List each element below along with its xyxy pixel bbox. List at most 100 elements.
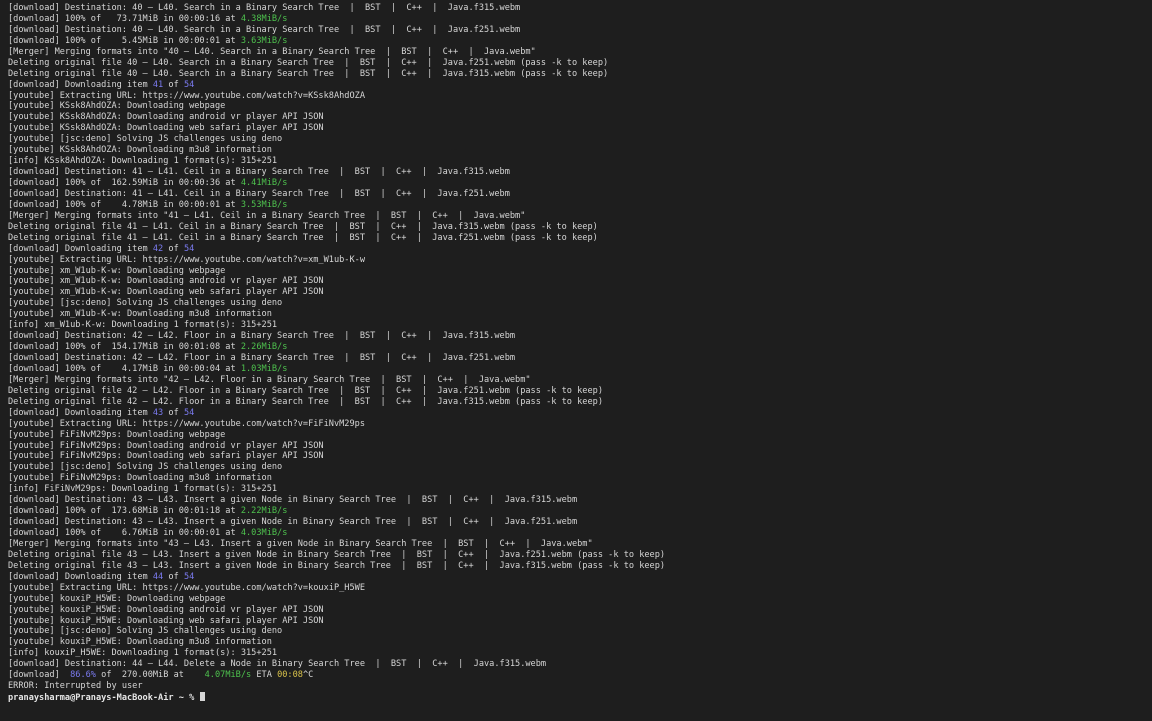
line-text: Deleting original file 42 – L42. Floor i… — [8, 385, 603, 396]
terminal-line: [info] KSsk8AhdOZA: Downloading 1 format… — [8, 156, 1144, 167]
terminal-line: [youtube] xm_W1ub-K-w: Downloading webpa… — [8, 266, 1144, 277]
line-text: Deleting original file 41 – L41. Ceil in… — [8, 221, 598, 232]
terminal-line: [download] Downloading item 42 of 54 — [8, 244, 1144, 255]
terminal-line: [download] 100% of 173.68MiB in 00:01:18… — [8, 506, 1144, 517]
terminal-line: [youtube] Extracting URL: https://www.yo… — [8, 91, 1144, 102]
terminal-line: [download] Destination: 43 – L43. Insert… — [8, 517, 1144, 528]
line-text: [download] 100% of 4.17MiB in 00:00:04 a… — [8, 363, 241, 374]
terminal-line: [download] 100% of 162.59MiB in 00:00:36… — [8, 178, 1144, 189]
line-text: [download] 100% of 73.71MiB in 00:00:16 … — [8, 13, 241, 24]
terminal-line: [download] Destination: 41 – L41. Ceil i… — [8, 189, 1144, 200]
line-text: [youtube] xm_W1ub-K-w: Downloading m3u8 … — [8, 309, 272, 320]
line-text: [youtube] Extracting URL: https://www.yo… — [8, 418, 365, 429]
terminal-line: [download] Destination: 43 – L43. Insert… — [8, 495, 1144, 506]
terminal-line: [youtube] xm_W1ub-K-w: Downloading andro… — [8, 276, 1144, 287]
terminal-line: [youtube] [jsc:deno] Solving JS challeng… — [8, 134, 1144, 145]
line-text: [youtube] kouxiP_H5WE: Downloading web s… — [8, 615, 324, 626]
shell-prompt[interactable]: pranaysharma@Pranays-MacBook-Air ~ % — [8, 692, 1144, 703]
terminal-line: [youtube] [jsc:deno] Solving JS challeng… — [8, 298, 1144, 309]
line-text: [download] Downloading item — [8, 243, 153, 254]
terminal-line: [info] kouxiP_H5WE: Downloading 1 format… — [8, 648, 1144, 659]
line-text: [download] Downloading item — [8, 407, 153, 418]
text-blue: 54 — [183, 571, 195, 582]
terminal-line: [youtube] kouxiP_H5WE: Downloading webpa… — [8, 594, 1144, 605]
line-text: [youtube] xm_W1ub-K-w: Downloading andro… — [8, 276, 324, 287]
terminal-line: Deleting original file 42 – L42. Floor i… — [8, 386, 1144, 397]
text-green: 2.22MiB/s — [240, 506, 288, 517]
terminal-line: [info] xm_W1ub-K-w: Downloading 1 format… — [8, 320, 1144, 331]
terminal-line: [youtube] Extracting URL: https://www.yo… — [8, 255, 1144, 266]
text-cursor — [200, 692, 206, 702]
terminal-line: Deleting original file 41 – L41. Ceil in… — [8, 222, 1144, 233]
line-text: of 270.00MiB at — [95, 670, 205, 681]
terminal-window[interactable]: [download] Destination: 40 – L40. Search… — [0, 0, 1152, 721]
text-blue: 43 — [152, 407, 164, 418]
line-text: [download] 100% of 162.59MiB in 00:00:36… — [8, 178, 241, 188]
terminal-line: [download] Downloading item 41 of 54 — [8, 80, 1144, 91]
line-text: [download] — [8, 670, 71, 681]
terminal-line: [youtube] xm_W1ub-K-w: Downloading web s… — [8, 287, 1144, 298]
line-text: of — [163, 407, 184, 418]
line-text: [youtube] KSsk8AhdOZA: Downloading m3u8 … — [8, 145, 272, 156]
text-green: 1.03MiB/s — [240, 363, 288, 374]
line-text: [download] 100% of 154.17MiB in 00:01:08… — [8, 342, 241, 353]
line-text: [youtube] [jsc:deno] Solving JS challeng… — [8, 462, 283, 473]
line-text: [youtube] [jsc:deno] Solving JS challeng… — [8, 134, 283, 145]
line-text: [youtube] KSsk8AhdOZA: Downloading web s… — [8, 123, 324, 134]
line-text: Deleting original file 40 – L40. Search … — [8, 68, 609, 79]
line-text: [download] 100% of 173.68MiB in 00:01:18… — [8, 506, 241, 517]
line-text: ^C — [302, 670, 314, 681]
text-yellow: 00:08 — [277, 670, 303, 681]
text-green: 4.03MiB/s — [240, 528, 288, 538]
text-green: 4.07MiB/s — [204, 670, 252, 681]
line-text: Deleting original file 43 – L43. Insert … — [8, 549, 666, 560]
terminal-line: [download] Destination: 42 – L42. Floor … — [8, 353, 1144, 364]
text-blue: 86.6% — [70, 670, 96, 681]
line-text: [download] Destination: 40 – L40. Search… — [8, 24, 521, 35]
line-text: [download] 100% of 4.78MiB in 00:00:01 a… — [8, 199, 241, 210]
line-text: [youtube] [jsc:deno] Solving JS challeng… — [8, 298, 283, 309]
line-text: [youtube] [jsc:deno] Solving JS challeng… — [8, 626, 283, 637]
line-text: [youtube] Extracting URL: https://www.yo… — [8, 582, 365, 593]
terminal-line: Deleting original file 43 – L43. Insert … — [8, 561, 1144, 572]
terminal-line: [download] Destination: 42 – L42. Floor … — [8, 331, 1144, 342]
line-text: ERROR: Interrupted by user — [8, 681, 143, 692]
line-text: [download] 100% of 6.76MiB in 00:00:01 a… — [8, 528, 241, 538]
terminal-line: Deleting original file 42 – L42. Floor i… — [8, 397, 1144, 408]
terminal-line: [youtube] Extracting URL: https://www.yo… — [8, 419, 1144, 430]
line-text: [download] Destination: 43 – L43. Insert… — [8, 517, 578, 528]
terminal-line: ERROR: Interrupted by user — [8, 681, 1144, 692]
terminal-line: [Merger] Merging formats into "41 – L41.… — [8, 211, 1144, 222]
line-text: [youtube] Extracting URL: https://www.yo… — [8, 254, 365, 265]
terminal-line: [Merger] Merging formats into "43 – L43.… — [8, 539, 1144, 550]
line-text: [download] Destination: 43 – L43. Insert… — [8, 495, 578, 506]
line-text: [youtube] Extracting URL: https://www.yo… — [8, 90, 365, 101]
terminal-line: [youtube] FiFiNvM29ps: Downloading m3u8 … — [8, 473, 1144, 484]
line-text: [youtube] FiFiNvM29ps: Downloading webpa… — [8, 429, 226, 440]
terminal-line: [download] Destination: 41 – L41. Ceil i… — [8, 167, 1144, 178]
line-text: [youtube] KSsk8AhdOZA: Downloading webpa… — [8, 101, 226, 112]
terminal-line: [Merger] Merging formats into "42 – L42.… — [8, 375, 1144, 386]
line-text: [download] Destination: 40 – L40. Search… — [8, 3, 521, 13]
line-text: [youtube] FiFiNvM29ps: Downloading web s… — [8, 451, 324, 462]
terminal-line: Deleting original file 40 – L40. Search … — [8, 69, 1144, 80]
terminal-line: Deleting original file 40 – L40. Search … — [8, 58, 1144, 69]
line-text: [download] Destination: 42 – L42. Floor … — [8, 331, 516, 342]
line-text: [Merger] Merging formats into "43 – L43.… — [8, 538, 593, 549]
terminal-line: [info] FiFiNvM29ps: Downloading 1 format… — [8, 484, 1144, 495]
terminal-line: [download] 100% of 4.17MiB in 00:00:04 a… — [8, 364, 1144, 375]
line-text: ETA — [251, 670, 278, 681]
text-blue: 54 — [183, 407, 195, 418]
line-text: [download] Destination: 41 – L41. Ceil i… — [8, 188, 510, 199]
terminal-line: [youtube] kouxiP_H5WE: Downloading m3u8 … — [8, 637, 1144, 648]
text-green: 4.38MiB/s — [240, 13, 288, 24]
terminal-line: [download] Downloading item 43 of 54 — [8, 408, 1144, 419]
line-text: [info] kouxiP_H5WE: Downloading 1 format… — [8, 648, 278, 659]
line-text: [download] Destination: 42 – L42. Floor … — [8, 353, 516, 363]
line-text: [Merger] Merging formats into "40 – L40.… — [8, 46, 536, 57]
line-text: of — [163, 79, 184, 90]
terminal-line: [youtube] kouxiP_H5WE: Downloading web s… — [8, 616, 1144, 627]
line-text: [youtube] KSsk8AhdOZA: Downloading andro… — [8, 112, 324, 123]
terminal-line: Deleting original file 43 – L43. Insert … — [8, 550, 1144, 561]
line-text: [Merger] Merging formats into "42 – L42.… — [8, 374, 531, 385]
